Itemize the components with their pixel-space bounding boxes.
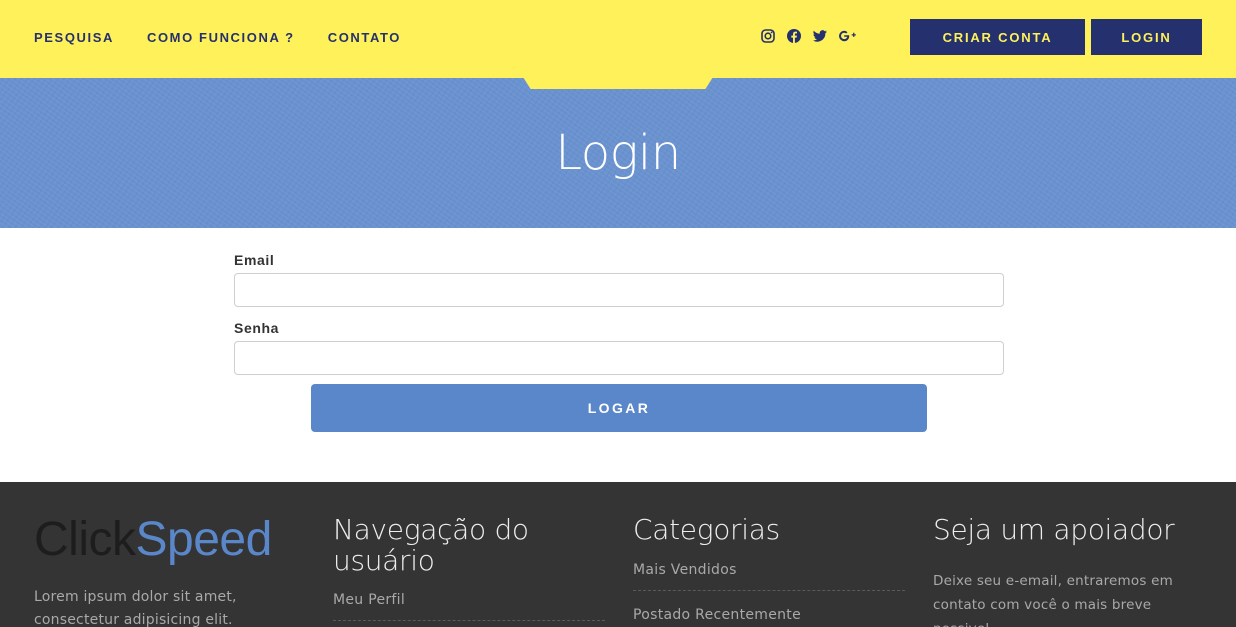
hero-banner: Login xyxy=(0,78,1236,228)
brand-logo[interactable]: ClickSpeed xyxy=(34,512,272,567)
google-plus-icon[interactable] xyxy=(838,28,858,44)
footer-link-postado-recentemente[interactable]: Postado Recentemente xyxy=(633,607,905,627)
password-label: Senha xyxy=(234,320,280,336)
footer-support-title: Seja um apoiador xyxy=(933,513,1175,546)
create-account-button[interactable]: CRIAR CONTA xyxy=(910,19,1085,55)
footer: ClickSpeed Lorem ipsum dolor sit amet, c… xyxy=(0,482,1236,627)
login-button[interactable]: LOGIN xyxy=(1091,19,1202,55)
footer-link-mais-vendidos[interactable]: Mais Vendidos xyxy=(633,562,905,591)
brand-logo-part2: Speed xyxy=(135,513,273,566)
email-label: Email xyxy=(234,252,275,268)
twitter-icon[interactable] xyxy=(812,28,828,44)
password-field[interactable] xyxy=(234,341,1004,375)
instagram-icon[interactable] xyxy=(760,28,776,44)
brand-logo-part1: Click xyxy=(34,513,136,566)
footer-categories-title: Categorias xyxy=(633,513,780,546)
footer-about-text: Lorem ipsum dolor sit amet, consectetur … xyxy=(34,589,237,627)
nav-link-como-funciona[interactable]: COMO FUNCIONA ? xyxy=(147,30,295,45)
facebook-icon[interactable] xyxy=(786,28,802,44)
top-navbar: PESQUISA COMO FUNCIONA ? CONTATO CRIAR C… xyxy=(0,0,1236,78)
email-field[interactable] xyxy=(234,273,1004,307)
password-group: Senha xyxy=(234,320,1004,375)
nav-link-pesquisa[interactable]: PESQUISA xyxy=(34,30,114,45)
social-links xyxy=(760,28,858,44)
page-title: Login xyxy=(555,125,681,181)
main-nav: PESQUISA COMO FUNCIONA ? CONTATO xyxy=(34,30,401,45)
navbar-notch xyxy=(523,77,713,89)
footer-user-nav-title: Navegação do usuário xyxy=(333,513,529,577)
logar-button[interactable]: LOGAR xyxy=(311,384,927,432)
footer-support-text: Deixe seu e-email, entraremos em contato… xyxy=(933,573,1173,627)
footer-link-meu-perfil[interactable]: Meu Perfil xyxy=(333,592,605,621)
nav-link-contato[interactable]: CONTATO xyxy=(328,30,401,45)
email-group: Email xyxy=(234,252,1004,307)
